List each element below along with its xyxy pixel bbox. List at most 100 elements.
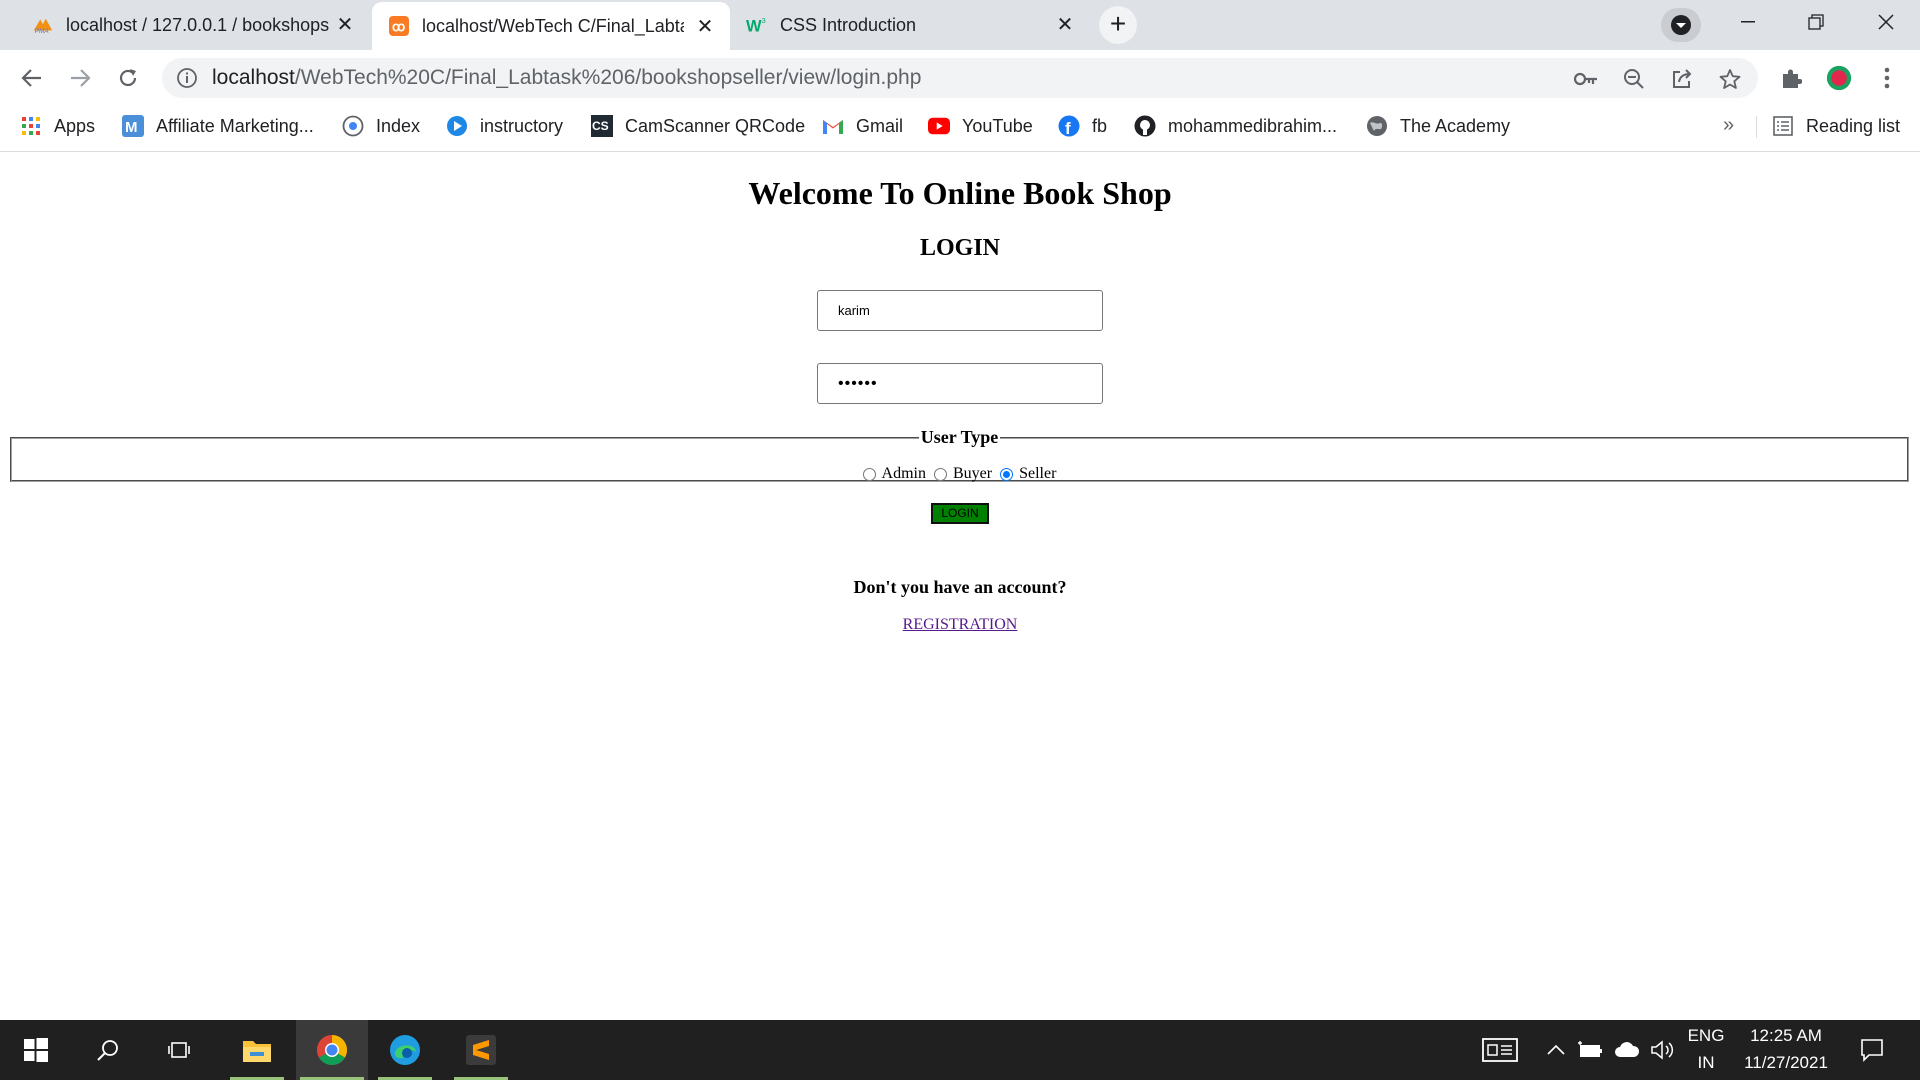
login-button[interactable]: LOGIN <box>931 503 989 524</box>
tab-css-introduction[interactable]: W3 CSS Introduction ✕ <box>730 0 1090 50</box>
svg-text:ꝏ: ꝏ <box>392 19 405 34</box>
taskbar-file-explorer[interactable] <box>226 1020 288 1080</box>
tab-title: CSS Introduction <box>780 14 917 35</box>
radio-label: Seller <box>1019 465 1057 482</box>
bookmark-star-icon[interactable] <box>1718 67 1742 91</box>
reading-list-button[interactable]: Reading list <box>1772 106 1900 146</box>
gmail-icon <box>822 115 844 137</box>
reading-list-label: Reading list <box>1806 115 1901 136</box>
search-button[interactable] <box>84 1020 132 1080</box>
play-icon <box>446 115 468 137</box>
password-input[interactable]: •••••• <box>817 363 1103 404</box>
radio-seller[interactable]: Seller <box>1000 465 1056 483</box>
restore-button[interactable] <box>1786 0 1846 44</box>
user-type-fieldset: User Type Admin Buyer Seller <box>10 427 1909 482</box>
input-region[interactable]: IN <box>1686 1053 1726 1073</box>
close-tab-icon[interactable]: ✕ <box>334 14 356 36</box>
url-text[interactable]: localhost/WebTech%20C/Final_Labtask%206/… <box>212 58 921 98</box>
tab-login-page[interactable]: ꝏ localhost/WebTech C/Final_Labta ✕ <box>372 2 730 50</box>
start-button[interactable] <box>12 1020 60 1080</box>
restore-icon <box>1808 14 1824 30</box>
globe-icon <box>342 115 364 137</box>
news-icon <box>1482 1038 1518 1062</box>
battery-tray[interactable] <box>1576 1020 1604 1080</box>
edge-icon <box>390 1035 420 1065</box>
tab-search-button[interactable] <box>1661 8 1701 42</box>
svg-text:M: M <box>125 119 138 136</box>
tab-phpmyadmin[interactable]: PMA localhost / 127.0.0.1 / bookshops ✕ <box>0 0 370 50</box>
avatar-icon <box>1826 65 1852 91</box>
windows-logo-icon <box>24 1038 48 1062</box>
more-bookmarks-button[interactable]: » <box>1723 114 1734 137</box>
onedrive-tray[interactable] <box>1612 1020 1642 1080</box>
apps-grid-icon <box>20 115 42 137</box>
registration-link-row: REGISTRATION <box>0 616 1920 634</box>
chrome-menu-icon[interactable] <box>1874 65 1900 91</box>
close-tab-icon[interactable]: ✕ <box>694 16 716 38</box>
close-tab-icon[interactable]: ✕ <box>1054 14 1076 36</box>
bookmark-label: The Academy <box>1400 115 1511 136</box>
clock-date[interactable]: 11/27/2021 <box>1736 1053 1836 1073</box>
bookmark-github[interactable]: mohammedibrahim... <box>1134 106 1337 146</box>
registration-link[interactable]: REGISTRATION <box>903 616 1018 633</box>
username-input[interactable]: karim <box>817 290 1103 331</box>
search-icon <box>97 1040 118 1061</box>
tab-title: localhost/WebTech C/Final_Labta <box>422 15 684 36</box>
forward-button[interactable] <box>64 62 96 94</box>
radio-button-icon[interactable] <box>934 467 947 481</box>
bookmarks-bar: Apps M Affiliate Marketing... Index inst… <box>0 106 1920 152</box>
reload-icon <box>119 69 137 87</box>
bookmark-label: fb <box>1092 115 1108 136</box>
bookmark-camscanner[interactable]: CS CamScanner QRCode <box>591 106 805 146</box>
taskbar-sublime-text[interactable] <box>450 1020 512 1080</box>
input-language[interactable]: ENG <box>1686 1026 1726 1046</box>
bookmark-the-academy[interactable]: The Academy <box>1366 106 1510 146</box>
xampp-icon: ꝏ <box>388 15 410 37</box>
bookmark-instructory[interactable]: instructory <box>446 106 563 146</box>
address-bar[interactable]: localhost/WebTech%20C/Final_Labtask%206/… <box>162 58 1758 98</box>
radio-label: Buyer <box>953 465 993 482</box>
m-logo-icon: M <box>122 115 144 137</box>
tab-bar: PMA localhost / 127.0.0.1 / bookshops ✕ … <box>0 0 1920 50</box>
bookmark-apps[interactable]: Apps <box>20 106 95 146</box>
radio-buyer[interactable]: Buyer <box>934 465 992 483</box>
reload-button[interactable] <box>112 62 144 94</box>
show-hidden-icons-button[interactable] <box>1542 1020 1570 1080</box>
globe-icon <box>1366 115 1388 137</box>
close-window-button[interactable] <box>1856 0 1916 44</box>
profile-avatar[interactable] <box>1826 65 1852 91</box>
bookmark-index[interactable]: Index <box>342 106 420 146</box>
bookmark-fb[interactable]: f fb <box>1058 106 1107 146</box>
cloud-icon <box>1615 1042 1640 1057</box>
bookmark-youtube[interactable]: YouTube <box>928 106 1033 146</box>
site-info-icon[interactable] <box>176 67 198 89</box>
bookmark-affiliate-marketing[interactable]: M Affiliate Marketing... <box>122 106 314 146</box>
extensions-icon[interactable] <box>1778 65 1804 91</box>
news-widget-button[interactable] <box>1476 1020 1524 1080</box>
radio-button-checked-icon[interactable] <box>1000 467 1014 481</box>
taskbar-edge[interactable] <box>374 1020 436 1080</box>
back-button[interactable] <box>16 62 48 94</box>
bookmark-label: Index <box>376 115 421 136</box>
taskbar-chrome[interactable] <box>296 1020 368 1080</box>
account-prompt: Don't you have an account? <box>853 577 1067 597</box>
radio-button-icon[interactable] <box>862 467 876 481</box>
action-center-button[interactable] <box>1852 1020 1892 1080</box>
browser-toolbar: localhost/WebTech%20C/Final_Labtask%206/… <box>0 50 1920 106</box>
login-heading: LOGIN <box>919 235 1000 261</box>
clock-time[interactable]: 12:25 AM <box>1736 1026 1836 1046</box>
bookmark-gmail[interactable]: Gmail <box>822 106 903 146</box>
volume-tray[interactable] <box>1648 1020 1678 1080</box>
svg-text:f: f <box>1065 119 1071 137</box>
back-arrow-icon <box>21 69 41 87</box>
task-view-button[interactable] <box>156 1020 204 1080</box>
zoom-out-icon[interactable] <box>1622 67 1646 91</box>
password-key-icon[interactable] <box>1574 67 1598 91</box>
radio-admin[interactable]: Admin <box>862 465 926 483</box>
bookmark-label: instructory <box>480 115 564 136</box>
notification-icon <box>1861 1039 1883 1062</box>
share-icon[interactable] <box>1670 67 1694 91</box>
w3schools-icon: W3 <box>746 14 768 36</box>
minimize-button[interactable] <box>1718 0 1778 44</box>
new-tab-button[interactable]: + <box>1099 6 1137 44</box>
